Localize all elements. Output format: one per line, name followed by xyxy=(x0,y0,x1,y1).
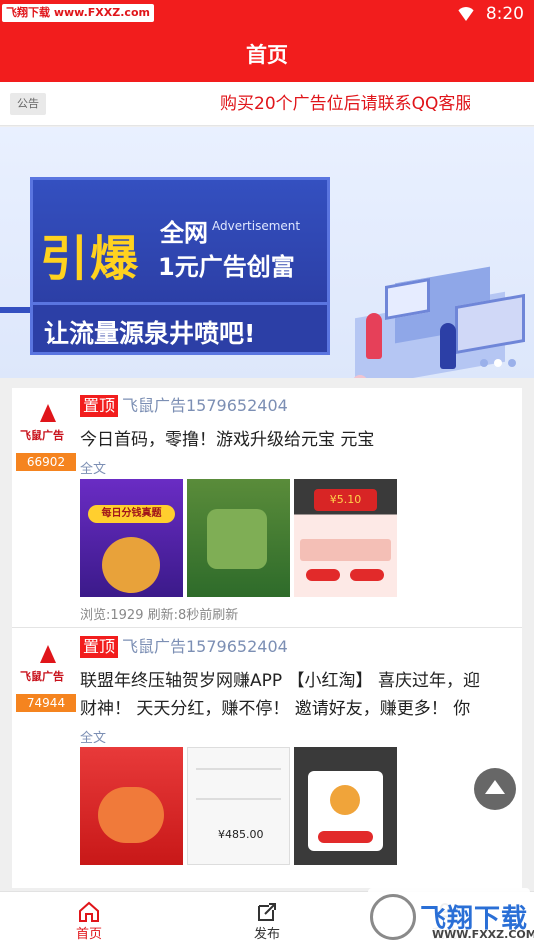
thumb-button xyxy=(306,569,340,581)
wifi-icon xyxy=(455,7,476,21)
banner-person xyxy=(366,313,382,359)
thumb-button xyxy=(350,569,384,581)
post-thumbnail[interactable] xyxy=(294,747,397,865)
watermark-label: 飞翔下载 www.FXXZ.com xyxy=(2,4,154,22)
pinned-badge: 置顶 xyxy=(80,636,119,658)
pinned-badge: 置顶 xyxy=(80,395,119,417)
post-logo: 飞鼠广告 xyxy=(18,641,76,691)
fish-icon xyxy=(98,787,164,843)
view-count-badge: 74944 xyxy=(16,694,76,712)
thumb-panel xyxy=(300,539,391,561)
notice-text[interactable]: 购买20个广告位后请联系QQ客服 xyxy=(220,91,470,117)
post-stats: 浏览:1929 刷新:8秒前刷新 xyxy=(80,608,239,623)
post-author[interactable]: 飞鼠广告1579652404 xyxy=(122,395,288,417)
full-text-link[interactable]: 全文 xyxy=(80,458,106,477)
post-text[interactable]: 今日首码，零撸！游戏升级给元宝 元宝 xyxy=(80,426,492,454)
logo-wing-icon xyxy=(40,404,56,422)
post-text[interactable]: 联盟年终压轴贺岁网赚APP 【小红淘】 喜庆过年，迎财神！ 天天分红，赚不停！ … xyxy=(80,667,492,723)
watermark-logo: 飞翔下载 WWW.FXXZ.COM xyxy=(368,888,534,946)
thumb-divider xyxy=(196,768,281,770)
post-author[interactable]: 飞鼠广告1579652404 xyxy=(122,636,288,658)
thumb-label: 每日分钱真题 xyxy=(88,505,175,523)
tab-home[interactable]: 首页 xyxy=(0,892,178,949)
status-time: 8:20 xyxy=(485,4,524,24)
avatar-icon xyxy=(330,785,360,815)
notice-bar[interactable]: 公告 购买20个广告位后请联系QQ客服 xyxy=(0,82,534,126)
list-item[interactable]: 飞鼠广告 66902 置顶 飞鼠广告1579652404 今日首码，零撸！游戏升… xyxy=(12,388,522,628)
thumb-divider xyxy=(196,798,281,800)
pager-dot[interactable] xyxy=(508,359,516,367)
banner-decor xyxy=(0,307,30,313)
app-header: 首页 xyxy=(0,28,534,82)
status-icons: 8:20 xyxy=(455,4,524,24)
full-text-link[interactable]: 全文 xyxy=(80,727,106,746)
thumb-amount: ¥485.00 xyxy=(218,828,264,841)
logo-text: 飞鼠广告 xyxy=(20,429,64,442)
list-item[interactable]: 飞鼠广告 74944 置顶 飞鼠广告1579652404 联盟年终压轴贺岁网赚A… xyxy=(12,629,522,888)
post-thumbnail[interactable] xyxy=(80,747,183,865)
thumb-price: ¥5.10 xyxy=(314,489,377,511)
tab-label: 首页 xyxy=(75,927,102,942)
post-logo: 飞鼠广告 xyxy=(18,400,76,450)
watermark-circle-icon xyxy=(370,894,416,940)
pager-dot-active[interactable] xyxy=(494,359,502,367)
post-thumbnail[interactable] xyxy=(187,479,290,597)
banner-headline: 引爆 xyxy=(40,231,141,287)
banner-pager[interactable] xyxy=(480,359,516,367)
logo-wing-icon xyxy=(40,645,56,663)
tab-label: 发布 xyxy=(253,927,280,942)
banner-line2: 1元广告创富 xyxy=(158,253,295,281)
banner-line1: 全网 xyxy=(160,219,208,247)
post-thumbnail[interactable]: ¥485.00 xyxy=(187,747,290,865)
page-title: 首页 xyxy=(246,43,288,67)
publish-icon xyxy=(258,903,276,921)
post-thumbnail[interactable]: ¥5.10 xyxy=(294,479,397,597)
post-list: 飞鼠广告 66902 置顶 飞鼠广告1579652404 今日首码，零撸！游戏升… xyxy=(12,388,522,888)
chevron-up-icon xyxy=(485,780,505,794)
watermark-url: WWW.FXXZ.COM xyxy=(432,928,534,941)
status-bar: 飞翔下载 www.FXXZ.com 8:20 xyxy=(0,0,534,28)
ad-banner[interactable]: 引爆 全网 Advertisement 1元广告创富 让流量源泉井喷吧! xyxy=(0,127,534,378)
pager-dot[interactable] xyxy=(480,359,488,367)
post-thumbnail[interactable]: 每日分钱真题 xyxy=(80,479,183,597)
cartoon-character-icon xyxy=(102,537,160,593)
logo-text: 飞鼠广告 xyxy=(20,670,64,683)
banner-bottom-text: 让流量源泉井喷吧! xyxy=(44,319,256,348)
game-scene-icon xyxy=(207,509,267,569)
home-icon xyxy=(79,901,99,922)
scroll-top-button[interactable] xyxy=(474,768,516,810)
view-count-badge: 66902 xyxy=(16,453,76,471)
banner-person xyxy=(440,323,456,369)
thumb-button xyxy=(318,831,373,843)
notice-tag: 公告 xyxy=(10,93,46,115)
tab-publish[interactable]: 发布 xyxy=(178,892,356,949)
banner-line1-en: Advertisement xyxy=(212,219,301,233)
